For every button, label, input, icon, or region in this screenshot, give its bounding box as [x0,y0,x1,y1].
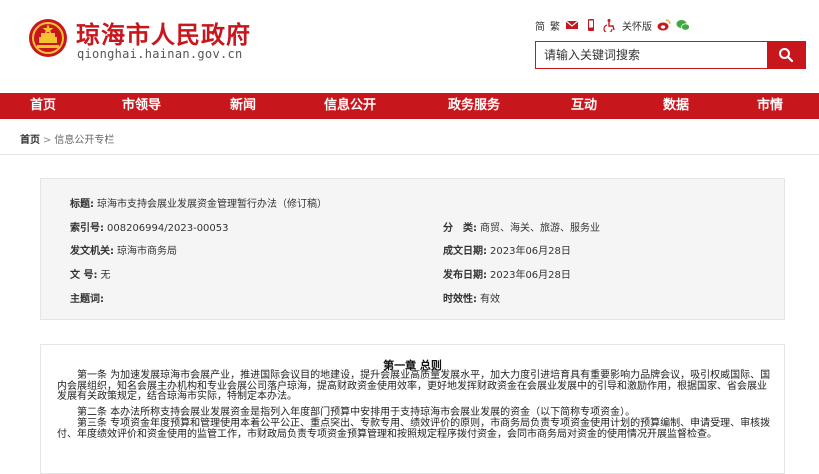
breadcrumb-home[interactable]: 首页 [20,135,40,146]
wechat-icon[interactable] [676,18,690,32]
meta-docno: 文 号: 无 [70,266,110,281]
divider [0,154,819,155]
meta-published-date: 发布日期: 2023年06月28日 [443,266,571,281]
nav-data[interactable]: 数据 [663,93,689,119]
meta-published-value: 2023年06月28日 [490,270,571,281]
breadcrumb-current[interactable]: 信息公开专栏 [54,135,114,146]
nav-info-disclosure[interactable]: 信息公开 [324,93,376,119]
nav-interaction[interactable]: 互动 [571,93,597,119]
site-url: qionghai.hainan.gov.cn [77,47,243,61]
search-input[interactable] [536,42,767,68]
article-3: 第三条 专项资金年度预算和管理使用本着公平公正、重点突出、专款专用、绩效评价的原… [57,418,771,440]
meta-docno-value: 无 [100,270,111,281]
meta-subject: 主题词: [70,290,107,305]
nav-city-leaders[interactable]: 市领导 [122,93,161,119]
nav-gov-services[interactable]: 政务服务 [448,93,500,119]
header-tools: 简 繁 关怀版 [535,16,690,34]
meta-category-value: 商贸、海关、旅游、服务业 [480,223,600,234]
national-emblem-icon[interactable] [28,18,68,58]
article-1: 第一条 为加速发展琼海市会展产业，推进国际会议目的地建设，提升会展业高质量发展水… [57,370,771,402]
meta-created-value: 2023年06月28日 [490,246,571,257]
mail-icon[interactable] [565,18,579,32]
meta-title-label: 标题: [70,199,94,210]
search-icon [779,48,794,63]
mobile-icon[interactable] [584,18,598,32]
meta-created-date: 成文日期: 2023年06月28日 [443,242,571,257]
nav-city-profile[interactable]: 市情 [757,93,783,119]
site-title[interactable]: 琼海市人民政府 [76,15,251,50]
meta-index-label: 索引号: [70,223,104,234]
accessibility-icon[interactable] [603,18,617,32]
meta-docno-label: 文 号: [70,270,98,281]
meta-index-value: 008206994/2023-00053 [107,223,229,234]
meta-index: 索引号: 008206994/2023-00053 [70,219,229,234]
meta-issuer-label: 发文机关: [70,246,114,257]
main-nav: 首页 市领导 新闻 信息公开 政务服务 互动 数据 市情 [0,93,819,119]
meta-created-label: 成文日期: [443,246,487,257]
meta-validity: 时效性: 有效 [443,290,500,305]
weibo-icon[interactable] [657,18,671,32]
document-metadata: 标题: 琼海市支持会展业发展资金管理暂行办法（修订稿） 索引号: 008206994… [40,178,785,320]
meta-subject-label: 主题词: [70,294,104,305]
search-box [535,41,806,69]
meta-title: 标题: 琼海市支持会展业发展资金管理暂行办法（修订稿） [70,195,327,210]
site-header: 琼海市人民政府 qionghai.hainan.gov.cn 简 繁 关怀版 [0,0,819,93]
care-mode-link[interactable]: 关怀版 [622,18,652,33]
meta-validity-value: 有效 [480,294,500,305]
breadcrumb-separator: > [43,135,52,146]
simplified-chinese-link[interactable]: 简 [535,18,545,33]
meta-issuer-value: 琼海市商务局 [117,246,177,257]
breadcrumb: 首页 > 信息公开专栏 [20,131,114,146]
meta-published-label: 发布日期: [443,270,487,281]
article-2: 第二条 本办法所称支持会展业发展资金是指列入年度部门预算中安排用于支持琼海市会展… [57,407,636,418]
meta-category-label: 分 类: [443,223,477,234]
meta-validity-label: 时效性: [443,294,477,305]
meta-category: 分 类: 商贸、海关、旅游、服务业 [443,219,600,234]
nav-home[interactable]: 首页 [30,93,56,119]
meta-title-value: 琼海市支持会展业发展资金管理暂行办法（修订稿） [97,199,327,210]
nav-news[interactable]: 新闻 [230,93,256,119]
traditional-chinese-link[interactable]: 繁 [550,18,560,33]
search-button[interactable] [767,42,805,68]
meta-issuer: 发文机关: 琼海市商务局 [70,242,177,257]
